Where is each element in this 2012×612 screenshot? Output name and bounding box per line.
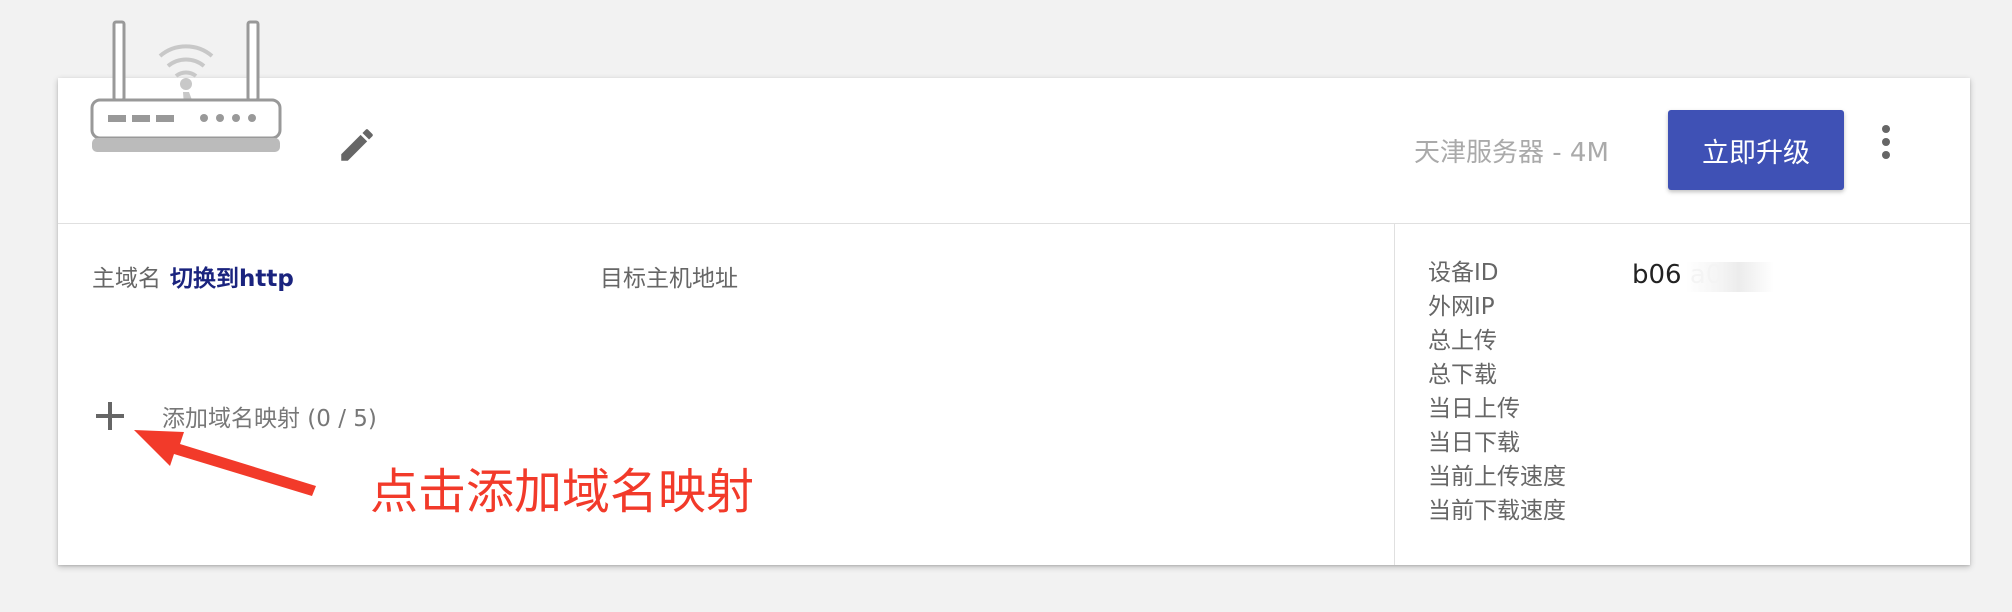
- device-info-labels: 设备ID 外网IP 总上传 总下载 当日上传 当日下载 当前上传速度 当前下载速…: [1428, 256, 1566, 528]
- arrow-icon: [134, 430, 316, 496]
- info-label-upload-speed: 当前上传速度: [1428, 464, 1566, 490]
- server-label: 天津服务器 - 4M: [1414, 138, 1609, 168]
- info-label-download-speed: 当前下载速度: [1428, 498, 1566, 524]
- more-vert-icon[interactable]: [1868, 118, 1904, 166]
- redaction-blur: [1686, 262, 1774, 292]
- target-host-label: 目标主机地址: [600, 266, 738, 292]
- info-label-day-download: 当日下载: [1428, 430, 1520, 456]
- router-icon: [90, 20, 282, 152]
- switch-protocol-link[interactable]: 切换到http: [170, 259, 294, 293]
- annotation-text: 点击添加域名映射: [370, 464, 755, 520]
- info-label-total-download: 总下载: [1428, 362, 1497, 388]
- edit-name-button[interactable]: [332, 120, 382, 170]
- info-label-public-ip: 外网IP: [1428, 294, 1495, 320]
- info-divider: [1394, 223, 1395, 565]
- domain-label: 主域名: [92, 266, 161, 292]
- info-label-day-upload: 当日上传: [1428, 396, 1520, 422]
- info-label-device-id: 设备ID: [1428, 260, 1499, 286]
- pencil-icon: [341, 129, 373, 161]
- header-divider: [58, 223, 1970, 224]
- info-label-total-upload: 总上传: [1428, 328, 1497, 354]
- upgrade-button[interactable]: 立即升级: [1668, 110, 1844, 190]
